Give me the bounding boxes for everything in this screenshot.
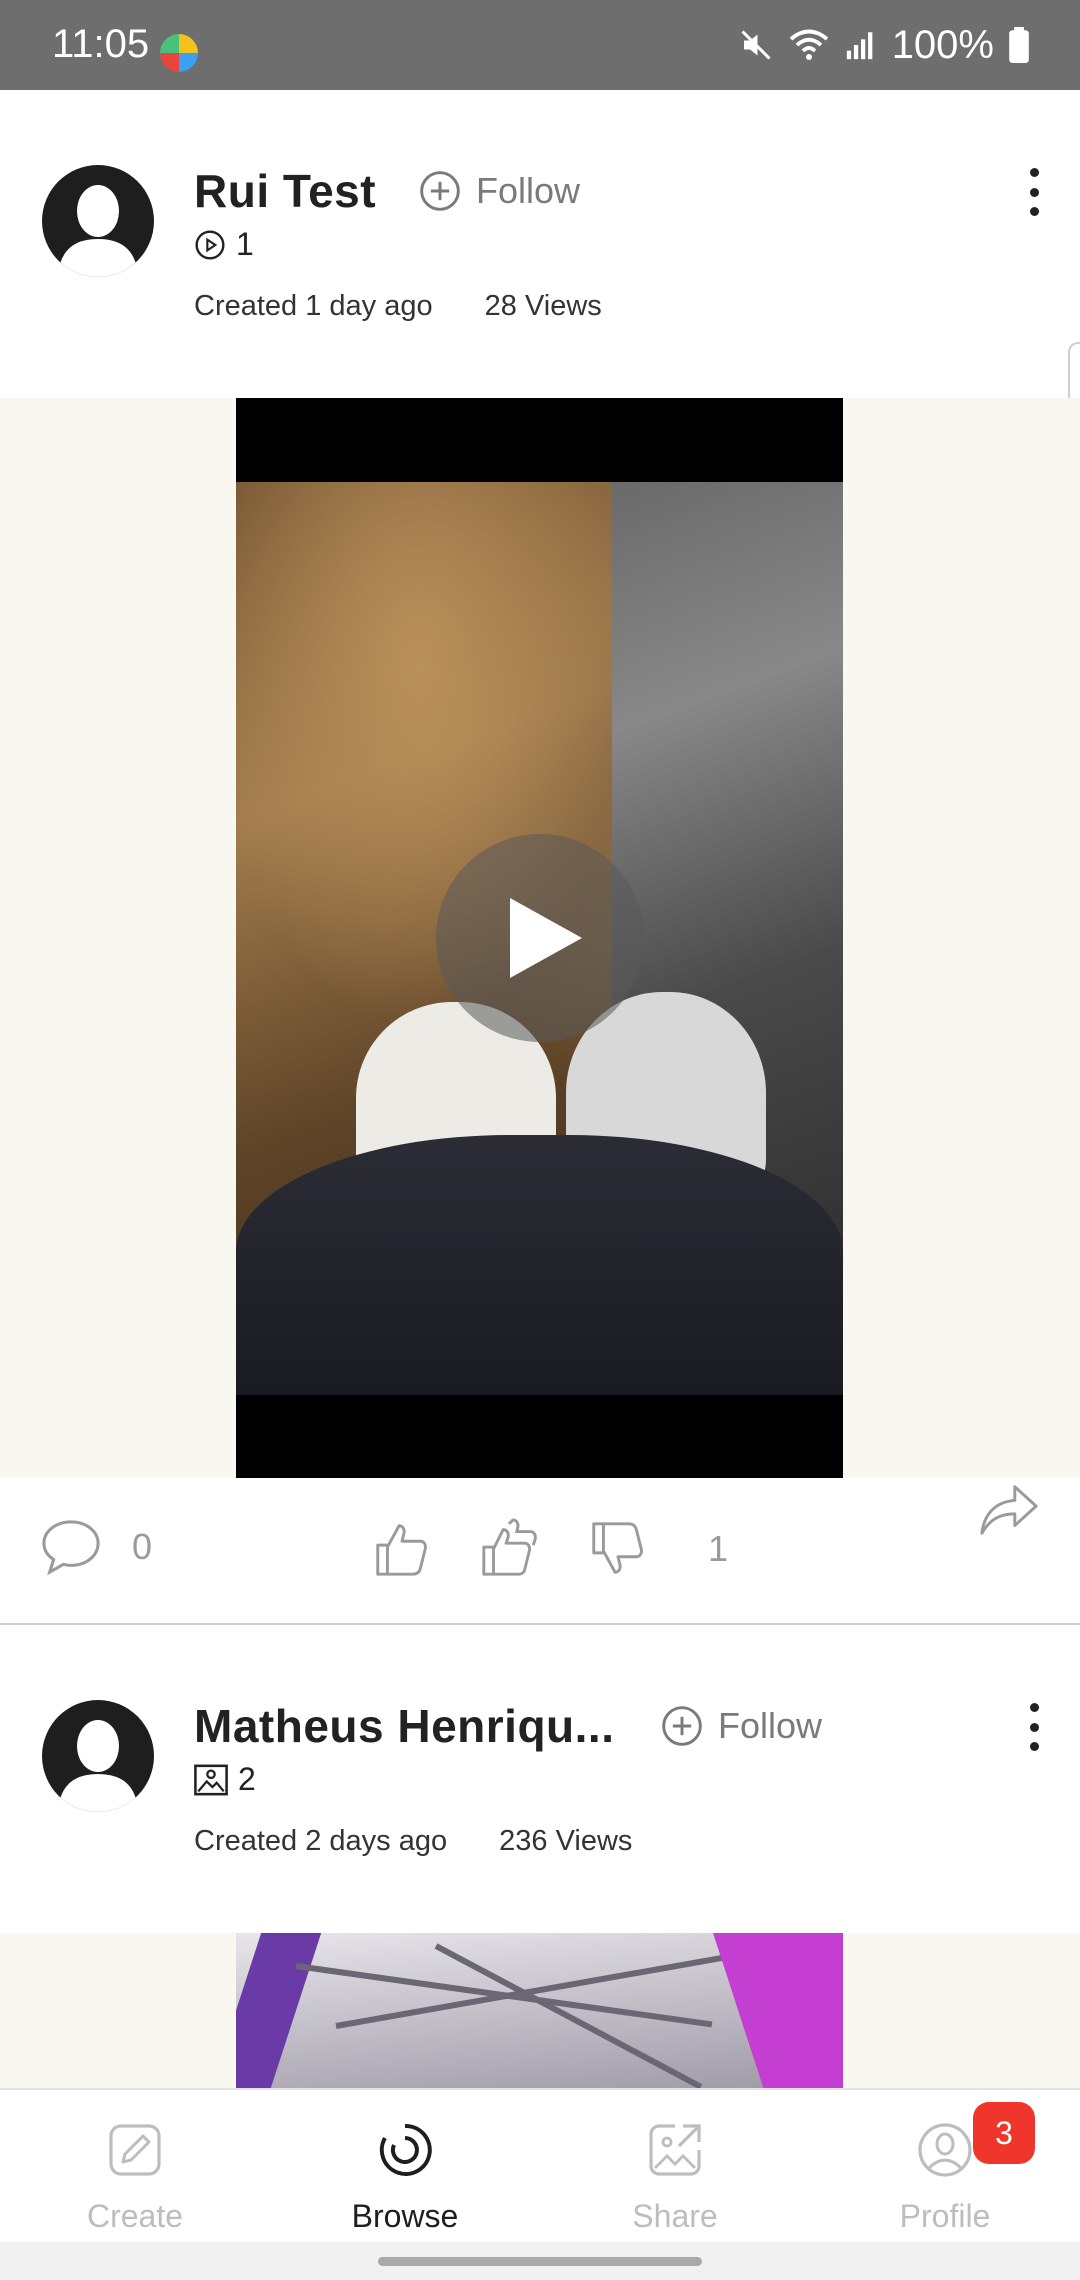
browse-icon xyxy=(375,2120,435,2180)
nav-label: Share xyxy=(632,2198,718,2234)
comment-button[interactable]: 0 xyxy=(40,1518,152,1576)
follow-label: Follow xyxy=(476,170,581,211)
notification-badge: 3 xyxy=(973,2102,1035,2164)
more-options-icon[interactable] xyxy=(1026,168,1042,216)
media-count: 2 xyxy=(194,1761,256,1798)
battery-icon xyxy=(1009,27,1029,63)
like-button[interactable] xyxy=(370,1518,432,1580)
status-time: 11:05 xyxy=(52,22,150,66)
reaction-count: 1 xyxy=(708,1528,729,1569)
post-meta: Created 2 days ago 236 Views xyxy=(194,1825,632,1858)
share-arrow-icon xyxy=(980,1485,1038,1535)
created-time: Created 2 days ago xyxy=(194,1825,448,1857)
thumbs-down-icon xyxy=(592,1522,643,1574)
image-preview[interactable] xyxy=(236,1933,843,2088)
pen-icon xyxy=(105,2120,165,2180)
post-meta: Created 1 day ago 28 Views xyxy=(194,290,602,323)
follow-button[interactable]: Follow xyxy=(660,1703,822,1749)
comment-count: 0 xyxy=(132,1526,153,1567)
nav-share[interactable]: Share xyxy=(540,2090,810,2244)
created-time: Created 1 day ago xyxy=(194,290,433,322)
author-name[interactable]: Matheus Henriqu... xyxy=(194,1699,614,1753)
view-count: 236 Views xyxy=(499,1825,633,1857)
status-icons: 100% xyxy=(738,20,1030,70)
dislike-button[interactable]: 1 xyxy=(586,1518,728,1580)
nav-label: Create xyxy=(86,2198,184,2234)
nav-browse[interactable]: Browse xyxy=(270,2090,540,2244)
double-thumbs-up-icon xyxy=(482,1518,537,1576)
app-notification-icon xyxy=(160,34,198,72)
status-bar: 11:05 100% xyxy=(0,0,1080,90)
super-like-button[interactable] xyxy=(478,1518,540,1580)
view-count: 28 Views xyxy=(484,290,602,322)
signal-icon xyxy=(846,32,873,60)
comment-icon xyxy=(42,1520,100,1576)
media-count-value: 2 xyxy=(238,1761,256,1797)
follow-button[interactable]: Follow xyxy=(418,168,580,214)
author-name[interactable]: Rui Test xyxy=(194,164,376,218)
plus-circle-icon xyxy=(420,171,460,211)
plus-circle-icon xyxy=(662,1706,702,1746)
nav-label: Browse xyxy=(351,2198,459,2234)
nav-create[interactable]: Create xyxy=(0,2090,270,2244)
follow-label: Follow xyxy=(718,1705,823,1746)
post-media xyxy=(0,1933,1080,2088)
post-header: Rui Test Follow 1 Created 1 day ago 28 V… xyxy=(0,90,1080,323)
battery-percent: 100% xyxy=(891,22,994,67)
post-header: Matheus Henriqu... Follow 2 Created 2 da… xyxy=(0,1625,1080,1858)
media-count-value: 1 xyxy=(236,226,254,262)
nav-label: Profile xyxy=(899,2198,991,2234)
play-icon xyxy=(510,898,582,978)
play-circle-icon xyxy=(195,229,225,260)
mute-icon xyxy=(741,30,771,60)
profile-icon xyxy=(915,2120,975,2180)
share-button[interactable] xyxy=(978,1482,1040,1538)
bottom-navigation: Create Browse Share Profile xyxy=(0,2088,1080,2244)
image-icon xyxy=(194,1764,228,1795)
wifi-icon xyxy=(789,29,828,60)
play-button[interactable] xyxy=(436,834,644,1042)
avatar[interactable] xyxy=(42,165,154,277)
thumbs-up-icon xyxy=(376,1524,427,1576)
post-actions: 0 1 xyxy=(0,1478,1080,1625)
nav-profile[interactable]: Profile xyxy=(810,2090,1080,2244)
more-options-icon[interactable] xyxy=(1026,1703,1042,1751)
avatar[interactable] xyxy=(42,1700,154,1812)
share-image-icon xyxy=(645,2120,705,2180)
home-indicator[interactable] xyxy=(378,2257,702,2266)
media-count: 1 xyxy=(194,226,254,263)
